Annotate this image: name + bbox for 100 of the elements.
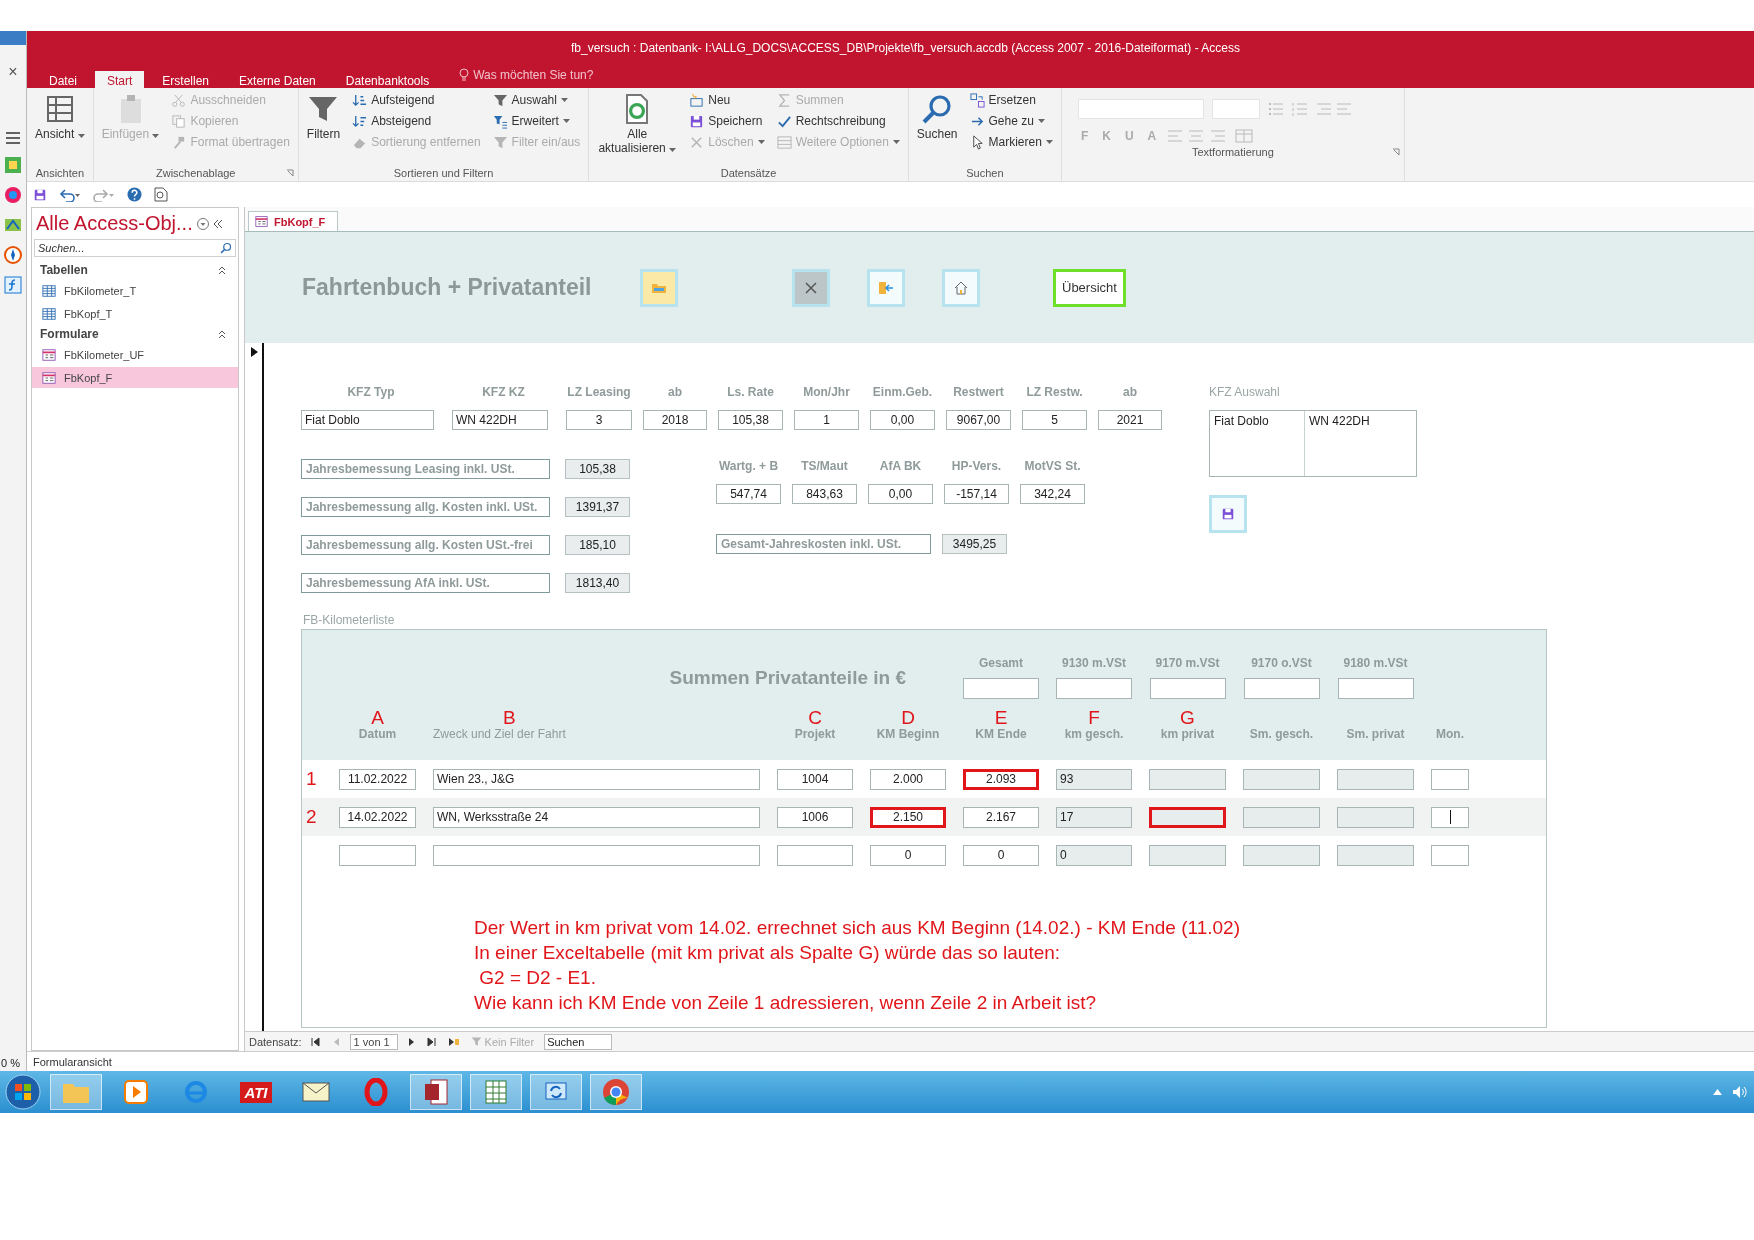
bullet-list-icon[interactable] [1267,102,1284,116]
input-field[interactable]: WN 422DH [452,410,548,430]
document-tab[interactable]: FbKopf_F [248,211,339,231]
value-field[interactable]: 1813,40 [565,573,630,593]
sum-field[interactable] [1243,678,1320,699]
print-preview-icon[interactable] [154,187,168,202]
ribbon-button[interactable]: Gehe zu [967,112,1055,130]
input-field[interactable]: 547,74 [716,484,781,504]
input-field[interactable]: -157,14 [944,484,1009,504]
function-icon[interactable] [3,275,23,295]
numbered-list-icon[interactable] [1291,102,1308,116]
navigation-pane-title[interactable]: Alle Access-Obj... [36,212,193,235]
collapse-icon[interactable] [212,218,223,229]
sum-field[interactable] [1056,678,1132,699]
chevron-icon[interactable] [218,329,226,339]
list-box[interactable]: Fiat Doblo WN 422DH [1209,410,1417,477]
input-field[interactable]: 9067,00 [946,410,1011,430]
help-icon[interactable] [127,187,142,202]
ribbon-button[interactable]: Alle aktualisieren [595,91,680,157]
menu-icon[interactable] [5,131,21,145]
ribbon-button[interactable]: Filtern [304,91,343,143]
input-field[interactable]: 1 [794,410,859,430]
table-cell[interactable]: 0 [1056,844,1132,866]
save-button[interactable] [1209,495,1247,533]
table-cell[interactable]: 2.150 [870,806,946,828]
value-field[interactable]: 185,10 [565,535,630,555]
sum-field[interactable] [963,678,1039,699]
exit-button[interactable] [867,268,905,307]
close-button[interactable] [792,268,830,307]
ribbon-button[interactable]: Neu [687,91,767,109]
compass-icon[interactable] [3,245,23,265]
overview-button[interactable]: Übersicht [1053,268,1126,307]
input-field[interactable]: Fiat Doblo [301,410,434,430]
chevron-icon[interactable] [218,265,226,275]
input-field[interactable]: 342,24 [1020,484,1085,504]
redo-icon[interactable] [93,187,115,202]
font-size-field[interactable] [1211,99,1260,119]
ribbon-button[interactable]: Rechtschreibung [774,112,902,130]
ribbon-tab[interactable]: Externe Daten [227,71,328,88]
value-field[interactable]: 1391,37 [565,497,630,517]
table-cell[interactable]: 0 [963,844,1039,866]
table-cell[interactable] [1243,768,1320,790]
table-cell[interactable] [1337,768,1414,790]
search-field[interactable]: Suchen... [34,239,236,257]
table-cell[interactable]: 93 [1056,768,1132,790]
table-cell[interactable] [777,844,853,866]
ribbon-button[interactable]: Auswahl [490,91,583,109]
taskbar-item[interactable] [590,1074,642,1110]
group-heading[interactable]: Tabellen [40,263,88,277]
ribbon-button[interactable]: Speichern [687,112,767,130]
value-field[interactable]: 3495,25 [942,534,1007,554]
table-cell[interactable] [1431,806,1469,828]
taskbar-item[interactable] [470,1074,522,1110]
search-field[interactable]: Suchen [544,1033,613,1050]
sum-field[interactable] [1149,678,1226,699]
ribbon-button[interactable]: Aufsteigend [350,91,483,109]
navigation-item[interactable]: FbKopf_F [32,367,238,388]
table-cell[interactable]: 2.167 [963,806,1039,828]
input-field[interactable]: 2021 [1098,410,1162,430]
search-field[interactable]: Suchen... [38,242,220,254]
app-icon[interactable] [3,155,23,175]
table-cell[interactable] [1243,806,1320,828]
record-position-field[interactable]: 1 von 1 [349,1033,398,1050]
group-heading[interactable]: Formulare [40,327,99,341]
table-cell[interactable]: Wien 23., J&G [433,768,760,790]
input-field[interactable]: 0,00 [870,410,935,430]
navigation-item[interactable]: FbKilometer_UF [32,344,238,365]
table-cell[interactable] [1149,768,1226,790]
font-name-field[interactable] [1077,99,1204,119]
ribbon-tab[interactable]: Erstellen [150,71,222,88]
ribbon-tab[interactable]: Start [95,71,145,88]
input-field[interactable]: 5 [1022,410,1087,430]
ribbon-button[interactable]: Absteigend [350,112,483,130]
undo-icon[interactable] [59,187,81,202]
input-field[interactable]: 0,00 [868,484,933,504]
ribbon-tab[interactable]: Datenbanktools [333,71,442,88]
tell-me-field[interactable]: Was möchten Sie tun? [447,65,604,88]
ribbon-button[interactable]: Erweitert [490,112,583,130]
ribbon-button[interactable]: Suchen [914,91,960,143]
table-cell[interactable] [433,844,760,866]
table-cell[interactable]: 14.02.2022 [339,806,416,828]
ribbon-button[interactable]: Ansicht [33,91,87,143]
table-cell[interactable]: 11.02.2022 [339,768,416,790]
table-cell[interactable] [1243,844,1320,866]
table-cell[interactable] [1431,768,1469,790]
table-cell[interactable]: 2.000 [870,768,946,790]
ribbon-button[interactable]: Ersetzen [967,91,1055,109]
table-cell[interactable]: 1006 [777,806,853,828]
input-field[interactable]: 2018 [643,410,707,430]
navigation-item[interactable]: FbKilometer_T [32,280,238,301]
indent-icon[interactable] [1315,102,1352,116]
table-cell[interactable]: 0 [870,844,946,866]
tray-arrow-icon[interactable] [1713,1089,1722,1095]
app-icon[interactable] [3,185,23,205]
navigation-item[interactable]: FbKopf_T [32,303,238,324]
table-cell[interactable] [1337,844,1414,866]
speaker-icon[interactable] [1732,1085,1748,1099]
value-field[interactable]: 105,38 [565,459,630,479]
start-button[interactable] [4,1073,42,1111]
table-cell[interactable] [339,844,416,866]
